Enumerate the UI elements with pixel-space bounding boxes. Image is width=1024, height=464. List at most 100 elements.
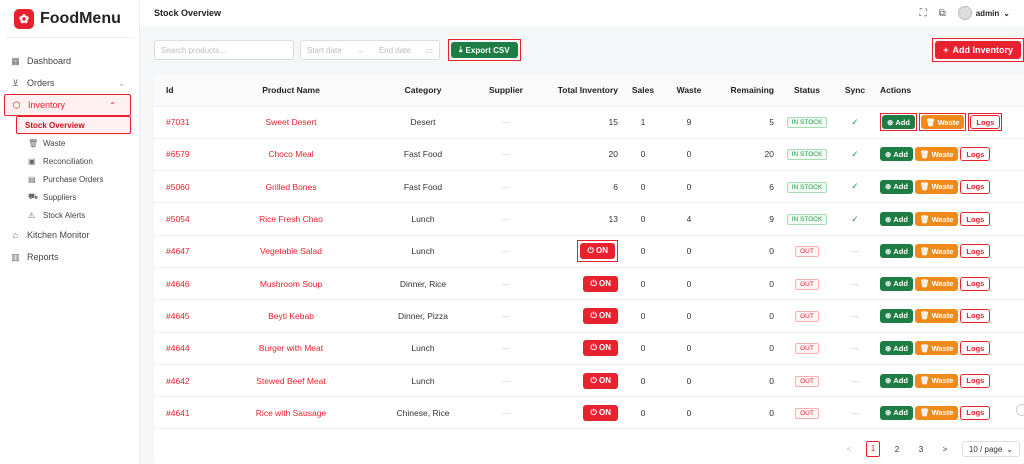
add-stock-button[interactable]: ⊕ Add — [880, 244, 913, 259]
logs-button[interactable]: Logs — [960, 276, 991, 291]
add-stock-button[interactable]: ⊕ Add — [880, 212, 913, 227]
sidebar-item-kitchen-monitor[interactable]: ⌂ Kitchen Monitor — [0, 224, 139, 246]
main-content: Stock Overview ⛶ ⧉ admin ⌄ Search produc… — [140, 0, 1024, 464]
product-name-link[interactable]: Mushroom Soup — [212, 267, 370, 301]
sidebar-item-inventory[interactable]: ⬡ Inventory ⌃ — [4, 94, 131, 116]
power-icon: ⏻ — [587, 246, 594, 256]
logs-button[interactable]: Logs — [960, 308, 991, 323]
id-cell[interactable]: #4646 — [154, 267, 212, 301]
add-stock-button[interactable]: ⊕ Add — [880, 373, 913, 388]
logs-button[interactable]: Logs — [960, 341, 991, 356]
add-stock-button[interactable]: ⊕ Add — [880, 276, 913, 291]
waste-button[interactable]: 🗑 Waste — [914, 373, 959, 388]
add-stock-button[interactable]: ⊕ Add — [880, 341, 913, 356]
on-toggle-button[interactable]: ⏻ ON — [583, 340, 618, 357]
id-cell[interactable]: #6579 — [154, 138, 212, 172]
product-name-link[interactable]: Vegetable Salad — [212, 235, 370, 268]
row-actions: ⊕ Add 🗑 Waste Logs — [880, 244, 1024, 259]
waste-cell: 4 — [660, 202, 718, 236]
product-name-link[interactable]: Burger with Meat — [212, 332, 370, 365]
end-date-field[interactable]: End date — [379, 46, 411, 55]
add-label: Add — [893, 376, 908, 386]
waste-button[interactable]: 🗑 Waste — [914, 244, 959, 259]
id-cell[interactable]: #5060 — [154, 170, 212, 204]
page-3-button[interactable]: 3 — [914, 445, 928, 454]
sidebar-item-dashboard[interactable]: ▦ Dashboard — [0, 50, 139, 72]
product-name-link[interactable]: Stewed Beef Meat — [212, 364, 370, 398]
on-toggle-button[interactable]: ⏻ ON — [583, 372, 618, 389]
waste-cell: 0 — [660, 138, 718, 172]
logo[interactable]: ✿ FoodMenu — [6, 0, 133, 38]
user-menu[interactable]: admin ⌄ — [957, 6, 1010, 20]
waste-label: Waste — [931, 408, 954, 418]
logo-icon: ✿ — [14, 8, 34, 29]
waste-button[interactable]: 🗑 Waste — [914, 179, 959, 194]
id-cell[interactable]: #4641 — [154, 396, 212, 430]
logs-button[interactable]: Logs — [960, 405, 991, 420]
waste-button[interactable]: 🗑 Waste — [914, 147, 959, 162]
waste-button[interactable]: 🗑 Waste — [914, 405, 959, 420]
id-cell[interactable]: #4645 — [154, 299, 212, 333]
power-icon: ⏻ — [590, 375, 597, 385]
sidebar-subitem-suppliers[interactable]: ⛟ Suppliers — [18, 188, 139, 206]
supplier-cell: — — [476, 396, 536, 430]
scroll-handle[interactable] — [1016, 404, 1024, 416]
date-range-picker[interactable]: Start date → End date ▭ — [300, 40, 440, 60]
product-name-link[interactable]: Grilled Bones — [212, 170, 370, 204]
sidebar-subitem-waste[interactable]: 🗑 Waste — [18, 134, 139, 152]
id-cell[interactable]: #4647 — [154, 235, 212, 268]
product-name-link[interactable]: Rice with Sausage — [212, 396, 370, 430]
on-toggle-button[interactable]: ⏻ ON — [580, 243, 615, 260]
page-1-button[interactable]: 1 — [865, 441, 880, 457]
sidebar-item-orders[interactable]: ⊻ Orders ⌄ — [0, 72, 139, 94]
fullscreen-icon[interactable]: ⛶ — [920, 8, 927, 19]
page-size-select[interactable]: 10 / page ⌄ — [961, 441, 1020, 457]
waste-button[interactable]: 🗑 Waste — [920, 115, 965, 130]
add-stock-button[interactable]: ⊕ Add — [880, 179, 913, 194]
row-actions: ⊕ Add 🗑 Waste Logs — [880, 276, 1024, 291]
add-stock-button[interactable]: ⊕ Add — [880, 308, 913, 323]
waste-button[interactable]: 🗑 Waste — [914, 341, 959, 356]
add-stock-button[interactable]: ⊕ Add — [880, 147, 913, 162]
sidebar-subitem-stock-overview[interactable]: Stock Overview — [16, 116, 131, 134]
logs-button[interactable]: Logs — [960, 212, 991, 227]
logs-button[interactable]: Logs — [960, 179, 991, 194]
on-toggle-button[interactable]: ⏻ ON — [583, 275, 618, 292]
external-window-icon[interactable]: ⧉ — [939, 8, 946, 19]
action-highlight: ⊕ Add — [880, 212, 913, 227]
id-cell[interactable]: #5054 — [154, 202, 212, 236]
prev-page-button[interactable]: < — [842, 445, 856, 454]
add-stock-button[interactable]: ⊕ Add — [880, 405, 913, 420]
sidebar-subitem-purchase-orders[interactable]: ▤ Purchase Orders — [18, 170, 139, 188]
page-2-button[interactable]: 2 — [890, 445, 904, 454]
waste-button[interactable]: 🗑 Waste — [914, 276, 959, 291]
product-name-link[interactable]: Sweet Desert — [212, 106, 370, 139]
id-cell[interactable]: #4644 — [154, 332, 212, 365]
product-name-link[interactable]: Rice Fresh Chao — [212, 202, 370, 236]
waste-button[interactable]: 🗑 Waste — [914, 308, 959, 323]
on-toggle-button[interactable]: ⏻ ON — [583, 307, 618, 324]
logs-button[interactable]: Logs — [960, 147, 991, 162]
logs-button[interactable]: Logs — [970, 115, 1001, 130]
search-input[interactable]: Search products... — [154, 40, 294, 60]
product-name-link[interactable]: Beyti Kebab — [212, 299, 370, 333]
product-name-link[interactable]: Choco Meal — [212, 138, 370, 172]
logs-button[interactable]: Logs — [960, 244, 991, 259]
action-highlight: ⊕ Add — [880, 373, 913, 388]
id-cell[interactable]: #7031 — [154, 106, 212, 139]
id-cell[interactable]: #4642 — [154, 364, 212, 398]
sync-none: — — [850, 278, 860, 289]
add-inventory-button[interactable]: + Add Inventory — [935, 41, 1021, 59]
add-stock-button[interactable]: ⊕ Add — [882, 115, 915, 130]
logs-button[interactable]: Logs — [960, 373, 991, 388]
row-actions: ⊕ Add 🗑 Waste Logs — [880, 341, 1024, 356]
start-date-field[interactable]: Start date — [307, 46, 342, 55]
sidebar-item-reports[interactable]: ▥ Reports — [0, 246, 139, 268]
next-page-button[interactable]: > — [938, 445, 952, 454]
waste-button[interactable]: 🗑 Waste — [914, 212, 959, 227]
on-toggle-button[interactable]: ⏻ ON — [583, 404, 618, 421]
export-csv-button[interactable]: ⤓ Export CSV — [451, 42, 518, 58]
box-icon: ⬡ — [12, 99, 21, 110]
sidebar-subitem-stock-alerts[interactable]: ⚠ Stock Alerts — [18, 206, 139, 224]
sidebar-subitem-reconciliation[interactable]: ▣ Reconciliation — [18, 152, 139, 170]
